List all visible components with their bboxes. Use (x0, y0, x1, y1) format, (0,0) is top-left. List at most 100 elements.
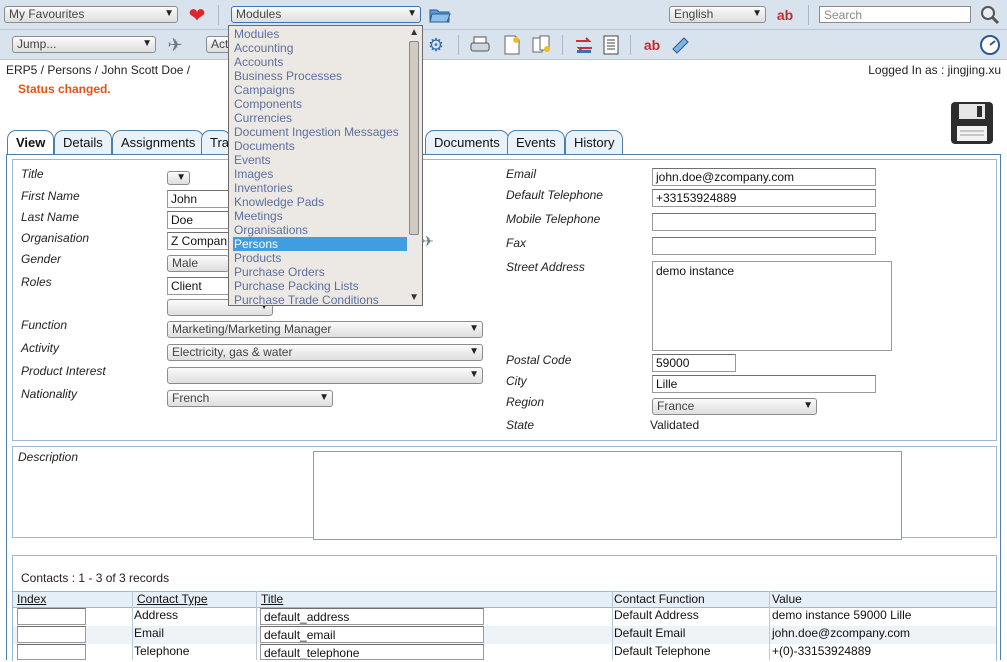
dropdown-option[interactable]: Purchase Trade Conditions (233, 293, 407, 305)
tab-label: History (574, 135, 615, 150)
dropdown-option[interactable]: Purchase Packing Lists (233, 279, 407, 293)
dropdown-option[interactable]: Components (233, 97, 407, 111)
activity-select[interactable]: Electricity, gas & water ▼ (167, 344, 483, 361)
breadcrumb[interactable]: ERP5 / Persons / John Scott Doe / (6, 63, 190, 77)
scrollbar-thumb[interactable] (409, 41, 419, 235)
tab-history[interactable]: History (565, 130, 624, 154)
tab-events[interactable]: Events (507, 130, 565, 154)
index-field[interactable] (17, 626, 86, 643)
save-icon[interactable] (950, 101, 994, 145)
street-address-field[interactable]: demo instance (652, 261, 892, 351)
description-field[interactable] (313, 451, 902, 540)
favourites-value: My Favourites (9, 7, 85, 21)
exchange-icon[interactable] (572, 34, 596, 56)
dropdown-option[interactable]: Campaigns (233, 83, 407, 97)
separator (562, 35, 563, 55)
column-header-index[interactable]: Index (17, 592, 46, 606)
modules-dropdown-list[interactable]: ▲ ▼ Modules Accounting Accounts Business Pr… (228, 25, 423, 306)
folder-open-icon[interactable] (428, 5, 452, 25)
heart-icon[interactable]: ❤ (186, 4, 208, 27)
last-name-field[interactable]: Doe (167, 211, 229, 229)
telephone-field[interactable]: +33153924889 (652, 189, 876, 207)
dropdown-option[interactable]: Accounting (233, 41, 407, 55)
region-select[interactable]: France ▼ (652, 398, 817, 415)
roles-field[interactable]: Client (167, 277, 229, 295)
contact-type-cell: Telephone (134, 644, 190, 658)
function-select[interactable]: Marketing/Marketing Manager ▼ (167, 321, 483, 338)
tab-label: Events (516, 135, 556, 150)
dropdown-option[interactable]: Meetings (233, 209, 407, 223)
nationality-select[interactable]: French ▼ (167, 390, 333, 407)
dropdown-option[interactable]: Images (233, 167, 407, 181)
plane-icon[interactable]: ✈ (163, 34, 187, 56)
search-input[interactable]: Search (819, 6, 971, 23)
modules-select[interactable]: Modules ▼ (231, 6, 421, 23)
tab-tra[interactable]: Tra (201, 130, 231, 154)
description-label: Description (18, 450, 79, 464)
column-header-contact-type[interactable]: Contact Type (137, 592, 208, 606)
favourites-select[interactable]: My Favourites ▼ (4, 6, 178, 23)
column-header-title[interactable]: Title (261, 592, 283, 606)
tab-details[interactable]: Details (54, 130, 112, 154)
dropdown-option[interactable]: Inventories (233, 181, 407, 195)
first-name-label: First Name (21, 189, 80, 203)
dropdown-option[interactable]: Purchase Orders (233, 265, 407, 279)
separator (218, 5, 219, 25)
title-field[interactable]: default_telephone (260, 644, 484, 660)
column-divider (256, 591, 257, 660)
chevron-down-icon: ▼ (407, 8, 417, 19)
dropdown-option[interactable]: Documents (233, 139, 407, 153)
contact-type-cell: Address (134, 608, 179, 622)
gear-icon[interactable]: ⚙ (424, 34, 448, 56)
spellcheck-icon[interactable]: ab (773, 4, 797, 26)
index-field[interactable] (17, 608, 86, 625)
scroll-down-icon[interactable]: ▼ (409, 292, 419, 303)
email-field[interactable]: john.doe@zcompany.com (652, 168, 876, 186)
title-field[interactable]: default_address (260, 608, 484, 625)
dropdown-option[interactable]: Knowledge Pads (233, 195, 407, 209)
spellcheck-icon[interactable]: ab (640, 34, 664, 56)
separator (808, 5, 809, 25)
nationality-label: Nationality (21, 387, 78, 401)
clock-icon[interactable] (978, 33, 1002, 57)
product-interest-select[interactable]: ▼ (167, 367, 483, 384)
dropdown-option[interactable]: Currencies (233, 111, 407, 125)
dropdown-option[interactable]: Events (233, 153, 407, 167)
fax-field[interactable] (652, 237, 876, 255)
new-document-icon[interactable] (500, 34, 524, 56)
nationality-value: French (172, 391, 210, 405)
first-name-field[interactable]: John (167, 190, 229, 208)
dropdown-option[interactable]: Products (233, 251, 407, 265)
language-select[interactable]: English ▼ (669, 6, 766, 23)
column-divider (132, 591, 133, 660)
contacts-caption: Contacts : 1 - 3 of 3 records (21, 571, 170, 585)
state-label: State (506, 418, 535, 432)
search-icon[interactable] (978, 4, 1002, 26)
scroll-up-icon[interactable]: ▲ (409, 27, 419, 38)
title-select[interactable]: ▼ (167, 171, 190, 185)
report-icon[interactable] (599, 34, 623, 56)
dropdown-option[interactable]: Organisations (233, 223, 407, 237)
tab-documents[interactable]: Documents (425, 130, 509, 154)
mobile-field[interactable] (652, 213, 876, 231)
dropdown-option[interactable]: Accounts (233, 55, 407, 69)
region-label: Region (506, 395, 545, 409)
title-field[interactable]: default_email (260, 626, 484, 643)
clone-document-icon[interactable] (530, 34, 554, 56)
postal-code-field[interactable]: 59000 (652, 354, 736, 372)
organisation-field[interactable]: Z Compan (167, 232, 229, 250)
tab-assignments[interactable]: Assignments (112, 130, 205, 154)
ruler-icon[interactable] (668, 34, 692, 56)
jump-select[interactable]: Jump... ▼ (12, 36, 156, 53)
dropdown-option[interactable]: Business Processes (233, 69, 407, 83)
gender-select[interactable]: Male (167, 255, 229, 272)
plane-icon[interactable]: ✈ (421, 232, 435, 250)
dropdown-option[interactable]: Modules (233, 27, 407, 41)
index-field[interactable] (17, 644, 86, 660)
dropdown-option[interactable]: Persons (233, 237, 407, 251)
dropdown-option[interactable]: Document Ingestion Messages (233, 125, 407, 139)
city-field[interactable]: Lille (652, 375, 876, 393)
tab-view[interactable]: View (7, 130, 55, 155)
contact-function-cell: Default Address (614, 608, 699, 622)
print-icon[interactable] (468, 34, 492, 56)
